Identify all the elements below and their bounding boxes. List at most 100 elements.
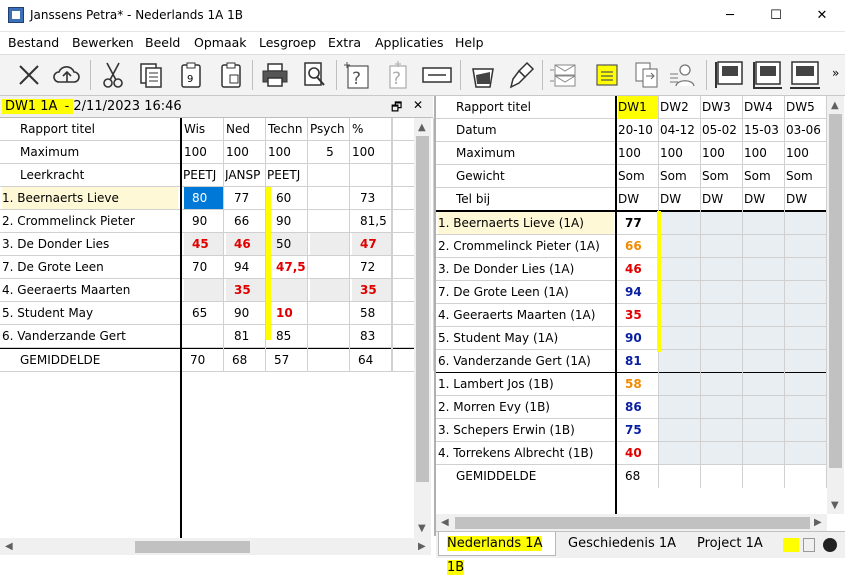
- score-cell[interactable]: 73: [352, 187, 392, 210]
- student-name[interactable]: 4. Torrekens Albrecht (1B): [438, 442, 614, 465]
- menu-help[interactable]: Help: [455, 35, 484, 50]
- score-cell[interactable]: 94: [226, 256, 266, 279]
- column-header[interactable]: DW1: [618, 96, 659, 119]
- column-header[interactable]: Ned: [226, 118, 266, 141]
- close-window-button[interactable]: ✕: [799, 0, 845, 32]
- score-cell[interactable]: [310, 187, 350, 210]
- menu-extra[interactable]: Extra: [328, 35, 361, 50]
- student-name[interactable]: 2. Crommelinck Pieter: [2, 210, 178, 233]
- student-name[interactable]: 7. De Grote Leen (1A): [438, 281, 614, 304]
- minimize-button[interactable]: ─: [707, 0, 753, 32]
- menu-applicaties[interactable]: Applicaties: [375, 35, 443, 50]
- record-icon[interactable]: [823, 538, 837, 552]
- maximize-button[interactable]: ☐: [753, 0, 799, 32]
- cloud-upload-icon[interactable]: [50, 57, 84, 93]
- score-cell[interactable]: [310, 325, 350, 348]
- score-cell[interactable]: 50: [268, 233, 308, 256]
- score-cell[interactable]: 35: [226, 279, 266, 302]
- score-cell[interactable]: 58: [625, 373, 659, 396]
- score-cell[interactable]: 94: [625, 281, 659, 304]
- student-name[interactable]: 3. De Donder Lies: [2, 233, 178, 256]
- score-cell[interactable]: 90: [268, 210, 308, 233]
- score-cell[interactable]: [310, 233, 350, 256]
- scissors-icon[interactable]: [96, 57, 130, 93]
- layout1-icon[interactable]: [712, 57, 746, 93]
- right-hscroll-thumb[interactable]: [455, 517, 810, 529]
- search-doc-icon[interactable]: [298, 57, 332, 93]
- student-name[interactable]: 2. Crommelinck Pieter (1A): [438, 235, 614, 258]
- score-cell[interactable]: 90: [184, 210, 224, 233]
- score-cell[interactable]: [310, 302, 350, 325]
- score-cell[interactable]: 77: [625, 212, 659, 235]
- score-cell[interactable]: [310, 210, 350, 233]
- score-cell[interactable]: 77: [226, 187, 266, 210]
- student-name[interactable]: 4. Geeraerts Maarten: [2, 279, 178, 302]
- close-x-icon[interactable]: [12, 57, 46, 93]
- score-cell[interactable]: 86: [625, 396, 659, 419]
- student-name[interactable]: 5. Student May (1A): [438, 327, 614, 350]
- form-icon[interactable]: [420, 57, 454, 93]
- score-cell[interactable]: 40: [625, 442, 659, 465]
- menu-bestand[interactable]: Bestand: [8, 35, 59, 50]
- restore-pane-icon[interactable]: 🗗: [391, 98, 402, 119]
- score-cell[interactable]: 70: [184, 256, 224, 279]
- student-name[interactable]: 4. Geeraerts Maarten (1A): [438, 304, 614, 327]
- score-cell[interactable]: 46: [226, 233, 266, 256]
- more-icon[interactable]: »: [832, 66, 839, 80]
- person-card-icon[interactable]: [666, 57, 700, 93]
- bucket-icon[interactable]: [466, 57, 500, 93]
- right-vscroll-thumb[interactable]: [829, 114, 842, 468]
- print-icon[interactable]: [258, 57, 292, 93]
- score-cell[interactable]: 60: [268, 187, 308, 210]
- brush-icon[interactable]: [504, 57, 538, 93]
- score-cell[interactable]: 46: [625, 258, 659, 281]
- score-cell[interactable]: 45: [184, 233, 224, 256]
- student-name[interactable]: 5. Student May: [2, 302, 178, 325]
- menu-opmaak[interactable]: Opmaak: [194, 35, 247, 50]
- copy-icon[interactable]: [134, 57, 168, 93]
- panel-splitter[interactable]: [434, 96, 436, 536]
- student-name[interactable]: 2. Morren Evy (1B): [438, 396, 614, 419]
- column-header[interactable]: Wis: [184, 118, 224, 141]
- tab-scroll-right-icon[interactable]: [803, 538, 815, 552]
- layout2-icon[interactable]: [750, 57, 784, 93]
- tab-scroll-left-icon[interactable]: [783, 538, 799, 552]
- paste-icon[interactable]: [214, 57, 248, 93]
- score-cell[interactable]: [310, 279, 350, 302]
- student-name[interactable]: 7. De Grote Leen: [2, 256, 178, 279]
- column-header[interactable]: %: [352, 118, 392, 141]
- tab-geschiedenis[interactable]: Geschiedenis 1A: [568, 532, 676, 556]
- column-header[interactable]: Psych: [310, 118, 350, 141]
- column-header[interactable]: DW2: [660, 96, 701, 119]
- menu-beeld[interactable]: Beeld: [145, 35, 180, 50]
- score-cell[interactable]: 66: [625, 235, 659, 258]
- menu-bewerken[interactable]: Bewerken: [72, 35, 134, 50]
- score-cell[interactable]: 90: [625, 327, 659, 350]
- score-cell[interactable]: 65: [184, 302, 224, 325]
- transfer-icon[interactable]: [630, 57, 664, 93]
- help-question-icon[interactable]: ?: [340, 57, 374, 93]
- mail-icon[interactable]: [548, 57, 582, 93]
- score-cell[interactable]: 10: [268, 302, 308, 325]
- left-vscroll-thumb[interactable]: [416, 136, 429, 482]
- score-cell[interactable]: [184, 325, 224, 348]
- menu-lesgroep[interactable]: Lesgroep: [259, 35, 316, 50]
- column-header[interactable]: DW3: [702, 96, 743, 119]
- score-cell[interactable]: [268, 279, 308, 302]
- score-cell[interactable]: 35: [625, 304, 659, 327]
- score-cell[interactable]: 81,5: [352, 210, 392, 233]
- score-cell[interactable]: 81: [625, 350, 659, 373]
- student-name[interactable]: 1. Beernaerts Lieve: [2, 187, 178, 210]
- tab-project[interactable]: Project 1A: [697, 532, 763, 556]
- paste-9-icon[interactable]: 9: [174, 57, 208, 93]
- score-cell[interactable]: 81: [226, 325, 266, 348]
- score-cell[interactable]: 85: [268, 325, 308, 348]
- column-header[interactable]: DW5: [786, 96, 827, 119]
- left-hscroll-thumb[interactable]: [135, 541, 250, 553]
- tab-nederlands[interactable]: Nederlands 1A 1B: [438, 532, 556, 575]
- column-header[interactable]: DW4: [744, 96, 785, 119]
- column-header[interactable]: Techn: [268, 118, 308, 141]
- score-cell[interactable]: 75: [625, 419, 659, 442]
- score-cell[interactable]: 72: [352, 256, 392, 279]
- score-cell[interactable]: 80: [184, 187, 224, 210]
